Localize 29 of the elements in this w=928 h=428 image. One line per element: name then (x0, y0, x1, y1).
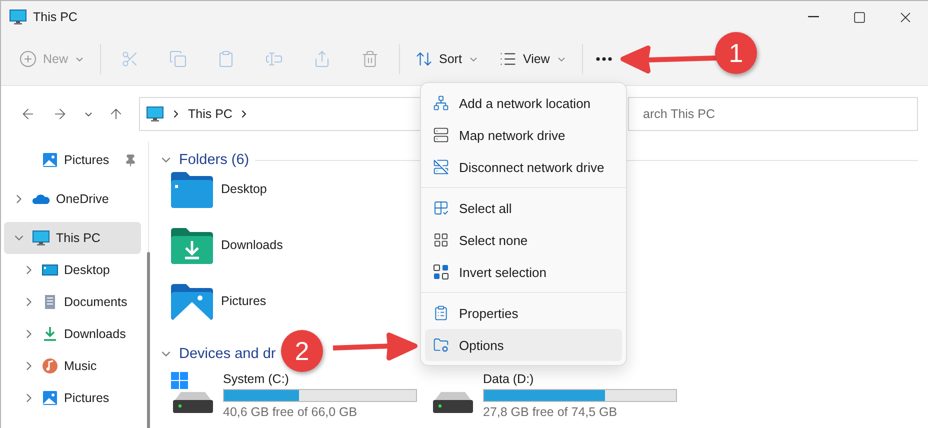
section-title: Folders (6) (179, 152, 250, 168)
search-field[interactable]: arch This PC (628, 97, 918, 131)
menu-item[interactable]: Select all (425, 192, 622, 224)
drive-name[interactable]: Data (D:) (483, 372, 677, 386)
breadcrumb[interactable]: This PC (188, 107, 232, 121)
sidebar-item[interactable]: Desktop (4, 254, 141, 286)
folder-item[interactable]: Desktop (171, 172, 271, 228)
step-badge: 2 (281, 330, 323, 372)
sort-button[interactable]: Sort (409, 41, 485, 77)
menu-item[interactable]: Invert selection (425, 256, 622, 288)
sidebar-item[interactable]: This PC (4, 222, 141, 254)
section-title: Devices and dr (179, 346, 276, 362)
view-button[interactable]: View (492, 41, 573, 77)
sidebar-item[interactable]: Music (4, 350, 141, 382)
folder-item[interactable]: Downloads (171, 228, 287, 284)
menu-item[interactable]: Properties (425, 297, 622, 329)
menu-item[interactable]: Disconnect network drive (425, 151, 622, 183)
free-space: 40,6 GB free of 66,0 GB (223, 405, 358, 419)
folder-item[interactable]: Pictures (171, 284, 270, 340)
menu-item[interactable]: Select none (425, 224, 622, 256)
sidebar-item[interactable]: Downloads (4, 318, 141, 350)
sidebar-item[interactable]: Pictures (4, 382, 141, 414)
free-space: 27,8 GB free of 74,5 GB (483, 405, 618, 419)
sidebar-item[interactable]: OneDrive (4, 183, 141, 215)
menu-item[interactable]: Options (425, 329, 622, 361)
sidebar-item[interactable]: Documents (4, 286, 141, 318)
window-title: This PC (33, 10, 78, 24)
drive-name[interactable]: System (C:) (223, 372, 417, 386)
sidebar-item[interactable]: Pictures (4, 144, 141, 176)
